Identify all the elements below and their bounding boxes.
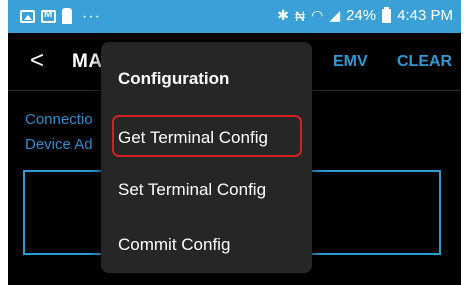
device-address-text: Device Ad (25, 136, 93, 153)
status-bar-notifications: ··· (20, 8, 101, 24)
menu-item-label: Commit Config (118, 235, 231, 254)
status-bar-system: ✱ ₦ ◠ ◢ 24% 4:43 PM (277, 6, 453, 24)
menu-item-label: Set Terminal Config (118, 180, 267, 199)
vibrate-icon: ₦ (294, 7, 306, 24)
menu-item-get-terminal-config[interactable]: Get Terminal Config (101, 113, 312, 163)
signal-icon: ◢ (329, 7, 341, 23)
menu-item-label: Get Terminal Config (118, 128, 268, 147)
battery-percent: 24% (346, 7, 377, 24)
clock: 4:43 PM (397, 7, 453, 24)
menu-title: Configuration (118, 69, 230, 88)
status-bar: ··· ✱ ₦ ◠ ◢ 24% 4:43 PM (8, 0, 461, 33)
more-dots-icon: ··· (82, 7, 101, 25)
menu-item-commit-config[interactable]: Commit Config (101, 220, 312, 270)
emv-button[interactable]: EMV (333, 53, 368, 71)
back-arrow-icon[interactable]: < (30, 47, 44, 75)
clear-button[interactable]: CLEAR (397, 53, 452, 71)
battery-icon (382, 6, 392, 23)
configuration-menu: Configuration Get Terminal Config Set Te… (101, 42, 312, 273)
android-icon (62, 8, 72, 24)
app-title: MA (72, 51, 103, 72)
wifi-icon: ◠ (311, 7, 324, 23)
phone-screen: ··· ✱ ₦ ◠ ◢ 24% 4:43 PM < MA EMV CLEAR C… (8, 0, 461, 285)
mail-icon (41, 9, 56, 23)
connection-status-text: Connectio (25, 111, 93, 128)
bluetooth-icon: ✱ (277, 7, 289, 23)
menu-item-set-terminal-config[interactable]: Set Terminal Config (101, 165, 312, 215)
image-icon (20, 9, 35, 23)
